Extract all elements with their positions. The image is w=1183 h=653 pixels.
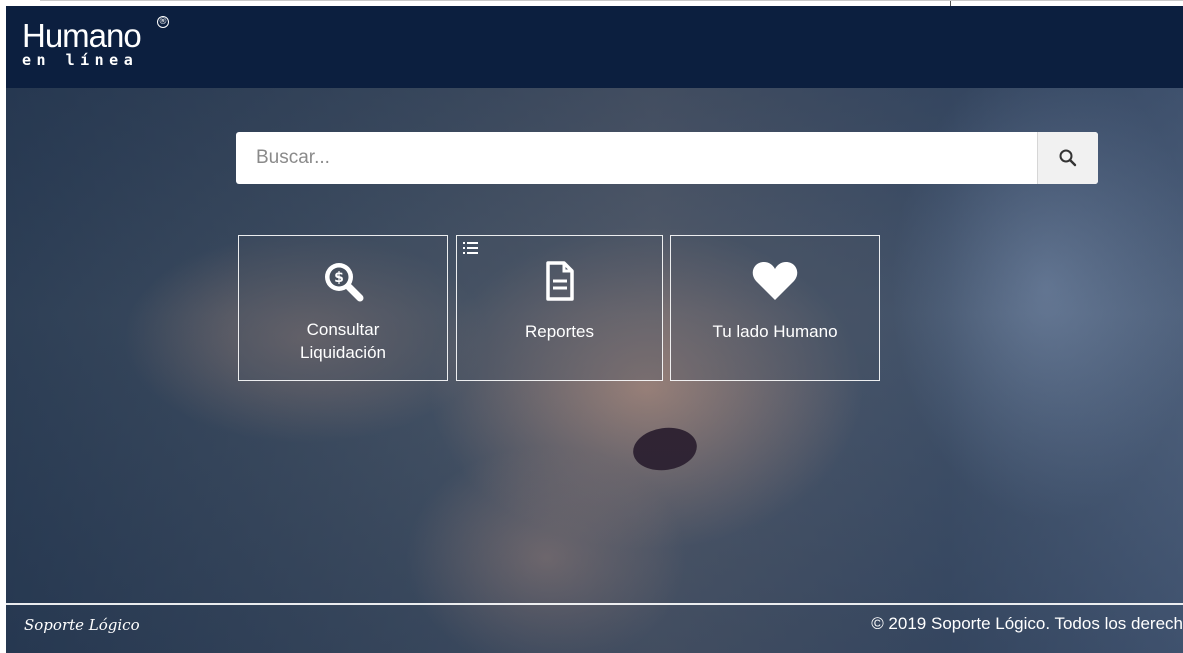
logo-subtitle: en línea	[22, 51, 139, 69]
menu-list-icon[interactable]	[463, 242, 479, 254]
tile-icon-wrap: $	[239, 258, 447, 304]
search-dollar-icon: $	[325, 263, 364, 302]
heart-icon	[752, 262, 798, 300]
footer-copyright: © 2019 Soporte Lógico. Todos los derech	[871, 614, 1183, 633]
humano-logo[interactable]: Humano ® en línea	[22, 16, 169, 69]
tile-tu-lado-humano[interactable]: Tu lado Humano	[670, 235, 880, 381]
tile-icon-wrap	[671, 258, 879, 304]
registered-mark: ®	[157, 16, 169, 28]
tile-label: Tu lado Humano	[712, 322, 838, 341]
footer-brand-signature[interactable]: Soporte Lógico	[24, 616, 140, 634]
footer-divider	[6, 603, 1183, 605]
tile-label: Consultar Liquidación	[299, 320, 386, 362]
document-icon	[545, 261, 574, 301]
search-button[interactable]	[1037, 132, 1098, 184]
tile-reportes[interactable]: Reportes	[456, 235, 663, 381]
svg-text:$: $	[334, 270, 344, 286]
tile-consultar-liquidacion[interactable]: $ Consultar Liquidación	[238, 235, 448, 381]
search-bar	[236, 132, 1098, 184]
logo-wordmark: Humano	[22, 17, 142, 54]
tile-label: Reportes	[525, 322, 594, 341]
browser-viewport: Humano ® en línea $ Consultar Liquidació…	[6, 6, 1183, 653]
search-icon	[1059, 149, 1077, 167]
tile-icon-wrap	[457, 258, 662, 304]
top-header: Humano ® en línea	[6, 6, 1183, 88]
search-input[interactable]	[236, 132, 1026, 184]
